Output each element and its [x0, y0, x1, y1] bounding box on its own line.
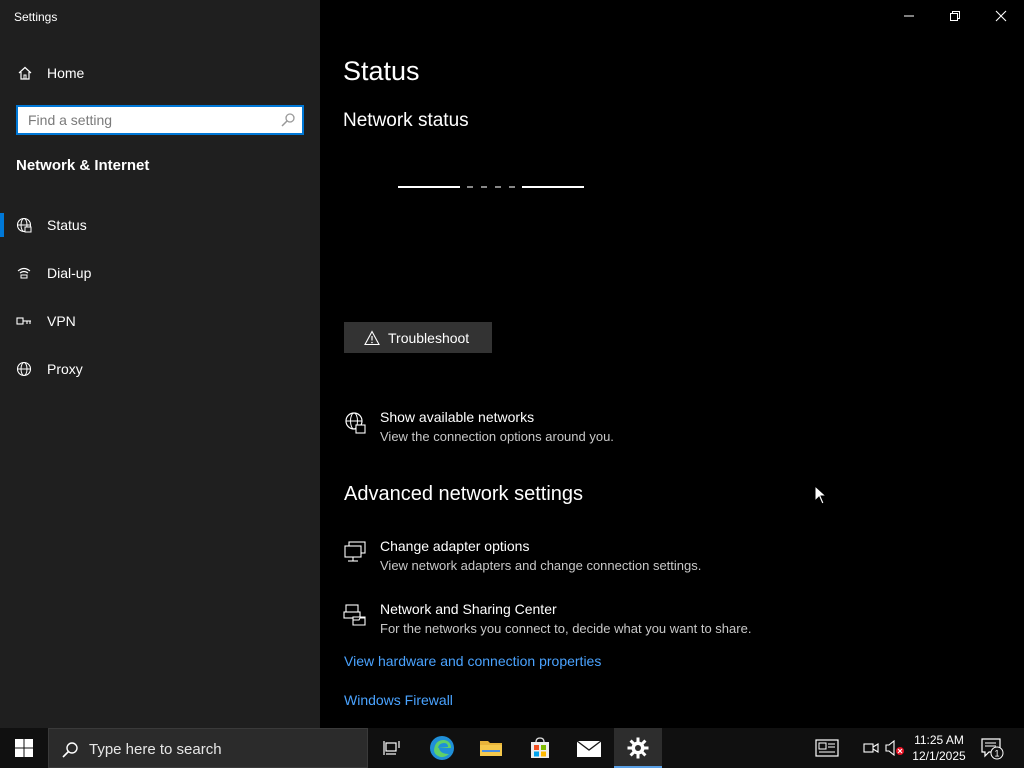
dialup-icon: [17, 267, 31, 279]
sidebar: Settings Home Network & Internet Status: [0, 0, 320, 728]
hardware-properties-link[interactable]: View hardware and connection properties: [344, 653, 601, 669]
main-content: Status Network status Troubleshoot Show …: [320, 0, 1024, 728]
minimize-icon: [904, 15, 914, 17]
globe-icon: [16, 361, 32, 377]
action-center-button[interactable]: 1: [980, 736, 1004, 760]
show-available-networks[interactable]: Show available networks View the connect…: [343, 409, 843, 453]
news-icon: [815, 739, 839, 757]
sidebar-item-status[interactable]: Status: [0, 205, 320, 245]
sidebar-item-proxy[interactable]: Proxy: [0, 349, 320, 389]
clock-time: 11:25 AM: [914, 733, 964, 747]
restore-button[interactable]: [932, 0, 978, 32]
option-title: Show available networks: [380, 409, 535, 425]
sidebar-item-label: Dial-up: [47, 265, 92, 281]
home-label: Home: [47, 65, 85, 81]
windows-logo-icon: [15, 739, 33, 757]
option-title: Network and Sharing Center: [380, 601, 557, 617]
network-and-sharing-center[interactable]: Network and Sharing Center For the netwo…: [343, 601, 843, 645]
globe-status-icon: [16, 217, 32, 233]
file-explorer-button[interactable]: [467, 728, 515, 768]
network-status-diagram: [398, 186, 584, 188]
settings-search-box[interactable]: [16, 105, 304, 135]
sidebar-item-dialup[interactable]: Dial-up: [0, 253, 320, 293]
change-adapter-options[interactable]: Change adapter options View network adap…: [343, 538, 843, 582]
windows-firewall-link[interactable]: Windows Firewall: [344, 692, 453, 708]
network-status-heading: Network status: [343, 110, 469, 131]
search-icon: [62, 742, 78, 758]
app-title: Settings: [14, 10, 58, 24]
warning-icon: [364, 330, 380, 346]
mail-icon: [576, 740, 602, 757]
troubleshoot-button[interactable]: Troubleshoot: [344, 322, 492, 353]
gear-icon: [627, 737, 649, 759]
home-icon: [18, 66, 32, 80]
sidebar-item-vpn[interactable]: VPN: [0, 301, 320, 341]
microsoft-store-button[interactable]: [516, 728, 564, 768]
option-description: For the networks you connect to, decide …: [380, 621, 752, 636]
sharing-center-icon: [343, 604, 366, 626]
vpn-icon: [16, 317, 31, 325]
edge-browser-button[interactable]: [418, 728, 466, 768]
section-title: Network & Internet: [16, 157, 150, 174]
notification-icon: 1: [981, 738, 1004, 760]
active-indicator: [0, 213, 4, 237]
taskbar: Type here to search 11:25 AM 12/1/2025 1: [0, 728, 1024, 768]
advanced-network-heading: Advanced network settings: [344, 483, 584, 505]
start-button[interactable]: [0, 728, 48, 768]
volume-button[interactable]: [884, 738, 906, 758]
globe-network-icon: [345, 412, 366, 434]
adapter-icon: [344, 541, 366, 562]
meet-now-button[interactable]: [862, 738, 880, 758]
taskbar-search[interactable]: Type here to search: [48, 728, 368, 768]
edge-icon: [430, 736, 454, 760]
option-title: Change adapter options: [380, 538, 530, 554]
store-icon: [531, 737, 549, 758]
close-button[interactable]: [978, 0, 1024, 32]
task-view-icon: [383, 741, 400, 755]
clock-date: 12/1/2025: [912, 749, 966, 763]
notification-count: 1: [994, 749, 999, 759]
taskbar-search-placeholder: Type here to search: [89, 741, 222, 758]
minimize-button[interactable]: [886, 0, 932, 32]
folder-icon: [480, 741, 502, 756]
window-controls: [886, 0, 1024, 32]
task-view-button[interactable]: [368, 728, 416, 768]
settings-taskbar-button[interactable]: [614, 728, 662, 768]
close-icon: [995, 10, 1007, 22]
volume-muted-icon: [885, 740, 904, 756]
camera-icon: [863, 743, 879, 753]
page-title: Status: [343, 56, 420, 86]
news-widget-button[interactable]: [814, 738, 840, 758]
sidebar-item-label: VPN: [47, 313, 76, 329]
option-description: View network adapters and change connect…: [380, 558, 702, 573]
restore-icon: [950, 11, 960, 21]
troubleshoot-label: Troubleshoot: [388, 330, 470, 346]
sidebar-item-label: Status: [47, 217, 87, 233]
settings-search-input[interactable]: [28, 111, 278, 129]
search-icon[interactable]: [280, 112, 296, 128]
mail-button[interactable]: [565, 728, 613, 768]
sidebar-home[interactable]: Home: [0, 58, 320, 88]
mouse-cursor-icon: [814, 485, 828, 505]
sidebar-item-label: Proxy: [47, 361, 83, 377]
taskbar-clock[interactable]: 11:25 AM 12/1/2025: [910, 732, 968, 764]
option-description: View the connection options around you.: [380, 429, 614, 444]
